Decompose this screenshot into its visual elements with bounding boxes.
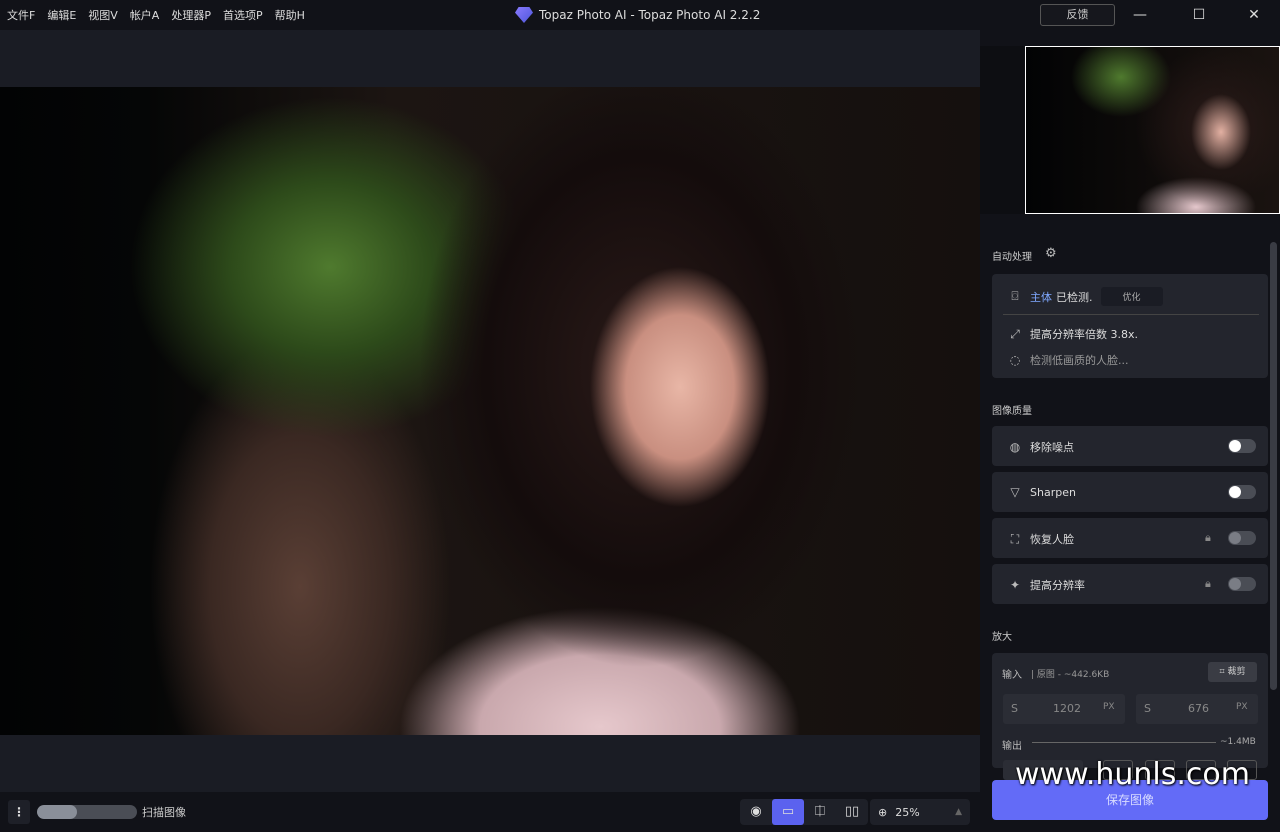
filter-label: Sharpen	[1030, 485, 1076, 499]
face-recovery-toggle[interactable]	[1228, 531, 1256, 545]
menu-help[interactable]: 帮助H	[275, 7, 305, 23]
output-label: 输出	[1002, 741, 1022, 752]
loading-spinner-icon: ◌	[1009, 353, 1021, 367]
height-prefix: S	[1144, 702, 1151, 715]
scan-status-label: 扫描图像	[142, 806, 186, 819]
sharpen-icon: ▽	[1010, 485, 1020, 499]
close-icon[interactable]: ✕	[1244, 5, 1264, 25]
filter-label: 恢复人脸	[1030, 533, 1074, 546]
zoom-level: 25%	[895, 805, 920, 819]
crop-button[interactable]: ⌗ 裁剪	[1208, 662, 1257, 682]
lock-icon: 🔒︎	[1205, 531, 1211, 544]
gear-icon[interactable]: ⚙	[1045, 246, 1057, 261]
window-title: Topaz Photo AI - Topaz Photo AI 2.2.2	[539, 8, 761, 22]
menu-account[interactable]: 帐户A	[130, 7, 160, 23]
maximize-icon[interactable]: ☐	[1189, 5, 1209, 25]
input-info: | 原图 - ~442.6KB	[1031, 670, 1110, 680]
upscale-title: 放大	[992, 632, 1012, 643]
sparkle-icon: ✦	[1009, 578, 1021, 592]
canvas-area	[0, 30, 980, 792]
height-value: 676	[1188, 702, 1209, 715]
filter-label: 提高分辨率	[1030, 579, 1085, 592]
upscale-summary: 提高分辨率倍数 3.8x.	[1030, 328, 1138, 341]
crop-label: 裁剪	[1227, 667, 1246, 677]
side-by-side-icon[interactable]: ▯▯	[836, 799, 868, 825]
more-options-icon[interactable]: ⋮	[8, 800, 30, 824]
split-view-icon[interactable]: ⎅	[804, 799, 836, 825]
zoom-dropdown-arrow-icon[interactable]: ▲	[955, 807, 962, 817]
refine-button[interactable]: 优化	[1100, 287, 1163, 306]
quality-title: 图像质量	[992, 406, 1032, 417]
divider	[1003, 314, 1259, 315]
preview-image[interactable]	[0, 87, 980, 735]
width-prefix: S	[1011, 702, 1018, 715]
width-field[interactable]: S 1202 PX	[1003, 694, 1125, 724]
menu-view[interactable]: 视图V	[88, 7, 118, 23]
unit-label: PX	[1236, 702, 1248, 712]
detected-label: 已检测.	[1056, 290, 1093, 304]
subject-label[interactable]: 主体	[1030, 289, 1052, 305]
width-value: 1202	[1053, 702, 1081, 715]
sharpen-toggle[interactable]	[1228, 485, 1256, 499]
scan-progress-bar	[37, 805, 137, 819]
view-mode-group: ◉ ▭ ⎅ ▯▯	[740, 799, 868, 825]
scan-progress-fill	[37, 805, 77, 819]
subject-icon: ⌼	[1011, 289, 1019, 303]
expand-arrows-icon: ⤢	[1010, 326, 1020, 341]
face-icon: ⛶	[1010, 531, 1020, 546]
filter-label: 移除噪点	[1030, 441, 1074, 454]
unit-label: PX	[1103, 702, 1115, 712]
zoom-in-icon: ⊕	[878, 805, 888, 819]
input-label: 输入	[1002, 670, 1022, 681]
upscale-toggle[interactable]	[1228, 577, 1256, 591]
face-detect-status: 检测低画质的人脸...	[1030, 354, 1129, 367]
title-bar: 文件F 编辑E 视图V 帐户A 处理器P 首选项P 帮助H Topaz Phot…	[0, 0, 1280, 30]
lock-icon: 🔒︎	[1205, 577, 1211, 590]
menu-preferences[interactable]: 首选项P	[223, 7, 263, 23]
zoom-control[interactable]: ⊕ 25% ▲	[870, 799, 970, 825]
menu-file[interactable]: 文件F	[7, 7, 35, 23]
navigator-thumbnail[interactable]	[1025, 46, 1280, 214]
denoise-icon: ◍	[1009, 440, 1021, 454]
feedback-button[interactable]: 反馈	[1040, 4, 1115, 26]
menu-processor[interactable]: 处理器P	[171, 7, 211, 23]
height-field[interactable]: S 676 PX	[1136, 694, 1258, 724]
single-view-icon[interactable]: ▭	[772, 799, 804, 825]
menu-bar: 文件F 编辑E 视图V 帐户A 处理器P 首选项P 帮助H	[0, 7, 305, 23]
watermark: www.hunls.com	[1015, 757, 1251, 792]
panel-scrollbar[interactable]	[1270, 242, 1277, 690]
eye-icon[interactable]: ◉	[740, 799, 772, 825]
denoise-toggle[interactable]	[1228, 439, 1256, 453]
topaz-logo-icon	[515, 7, 533, 23]
output-line	[1032, 742, 1216, 743]
output-size: ~1.4MB	[1220, 737, 1256, 747]
minimize-icon[interactable]: —	[1130, 5, 1150, 25]
menu-edit[interactable]: 编辑E	[47, 7, 76, 23]
autopilot-title: 自动处理	[992, 252, 1032, 263]
